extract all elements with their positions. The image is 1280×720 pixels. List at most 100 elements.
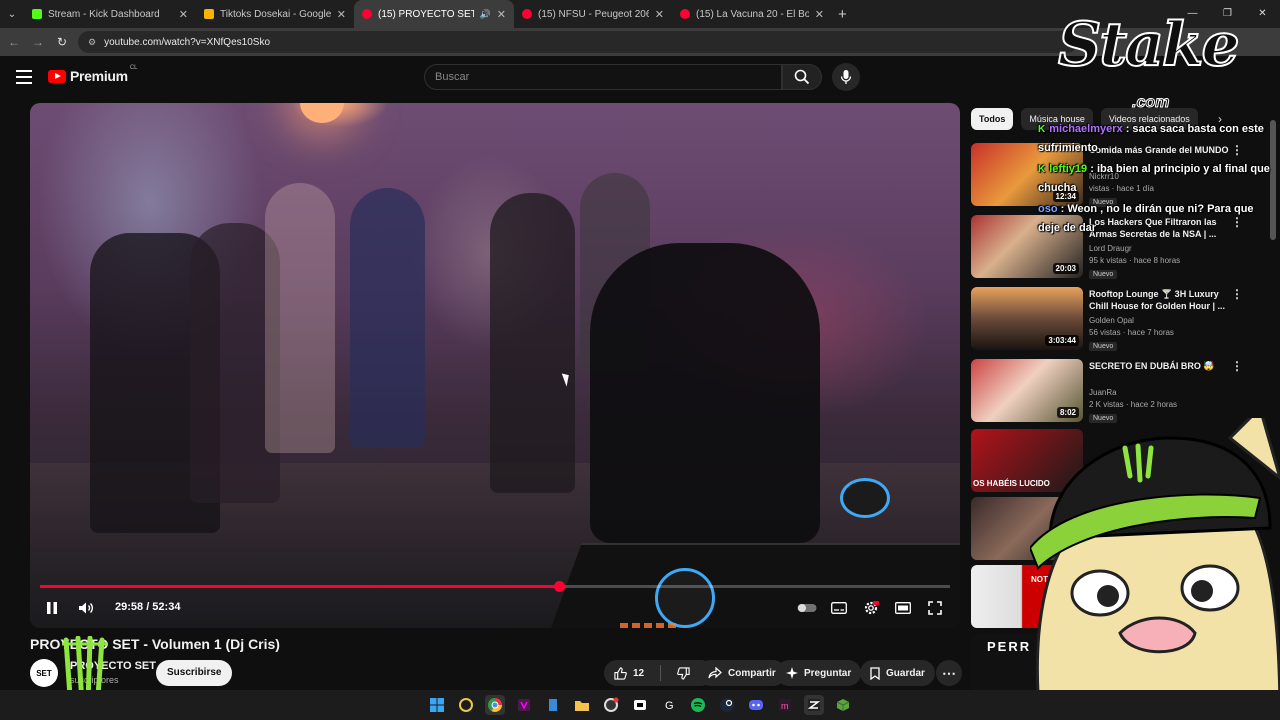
- volume-button[interactable]: [76, 593, 98, 623]
- chat-text: : Weon , no le dirán que ni? Para que de…: [1038, 203, 1254, 234]
- settings-button[interactable]: [860, 593, 882, 623]
- share-button[interactable]: Compartir: [698, 660, 786, 686]
- voice-search-button[interactable]: [832, 63, 860, 91]
- new-badge: Nuevo: [1089, 270, 1118, 279]
- stream-chat-overlay: Kmichaelmyerx : saca saca basta con este…: [1038, 120, 1273, 239]
- ceiling-lamp: [300, 103, 344, 123]
- save-label: Guardar: [886, 667, 925, 679]
- tab-close-icon[interactable]: ✕: [179, 8, 188, 21]
- logo-text: Premium: [70, 68, 128, 84]
- menu-icon[interactable]: [16, 70, 32, 84]
- chip-all[interactable]: Todos: [971, 108, 1014, 130]
- microphone-icon: [840, 70, 852, 84]
- share-label: Compartir: [728, 667, 776, 679]
- subtitles-button[interactable]: [828, 593, 850, 623]
- tab-close-icon[interactable]: ✕: [655, 8, 664, 21]
- tab-search-menu[interactable]: ⌄: [0, 0, 24, 28]
- epic-launcher-icon[interactable]: G: [659, 695, 679, 715]
- dislike-button[interactable]: [667, 660, 700, 686]
- like-divider: [660, 665, 662, 681]
- tab-title: Tiktoks Dosekai - Google Drive: [220, 8, 331, 20]
- video-person: [490, 193, 575, 493]
- progress-bar[interactable]: [40, 581, 950, 592]
- music-app-icon[interactable]: m: [775, 695, 795, 715]
- video-meta: 2 K vistas · hace 2 horas: [1089, 400, 1178, 409]
- new-tab-button[interactable]: +: [838, 6, 847, 23]
- chat-message: Kleftiy19 : iba bien al principio y al f…: [1038, 160, 1273, 198]
- chrome-icon[interactable]: [485, 695, 505, 715]
- chat-username: michaelmyerx: [1049, 123, 1123, 135]
- like-count: 12: [633, 667, 645, 679]
- save-button[interactable]: Guardar: [860, 660, 935, 686]
- circle-app-icon[interactable]: [456, 695, 476, 715]
- search-icon: [794, 69, 810, 85]
- tab-close-icon[interactable]: ✕: [497, 8, 506, 21]
- youtube-favicon-icon: [680, 9, 690, 19]
- youtube-logo[interactable]: Premium CL: [48, 65, 137, 84]
- recommendation-item[interactable]: 8:02 SECRETO EN DUBÁI BRO 🤯 JuanRa 2 K v…: [971, 359, 1261, 423]
- video-title[interactable]: SECRETO EN DUBÁI BRO 🤯: [1089, 360, 1229, 372]
- capcut-icon[interactable]: [630, 695, 650, 715]
- tab-audio-icon[interactable]: 🔊: [480, 9, 491, 20]
- tab-title: (15) La Vacuna 20 - El Bokke Of: [696, 8, 809, 20]
- ask-button[interactable]: Preguntar: [776, 660, 862, 686]
- channel-name[interactable]: Lord Draugr: [1089, 244, 1132, 253]
- obs-icon[interactable]: [601, 695, 621, 715]
- video-thumbnail[interactable]: 3:03:44: [971, 287, 1083, 350]
- subscribe-button[interactable]: Suscribirse: [156, 660, 233, 686]
- browser-tab-1[interactable]: Stream - Kick Dashboard ✕: [24, 0, 196, 28]
- browser-tab-2[interactable]: Tiktoks Dosekai - Google Drive ✕: [196, 0, 354, 28]
- autoplay-toggle[interactable]: [796, 593, 818, 623]
- document-app-icon[interactable]: [543, 695, 563, 715]
- close-window-icon[interactable]: ✕: [1245, 0, 1280, 28]
- theater-mode-button[interactable]: [892, 593, 914, 623]
- channel-avatar[interactable]: SET: [30, 659, 58, 687]
- like-button[interactable]: 12: [604, 660, 654, 686]
- folder-icon[interactable]: [572, 695, 592, 715]
- streaming-app-icon[interactable]: [804, 695, 824, 715]
- more-vertical-icon[interactable]: ⋮: [1231, 359, 1243, 373]
- forward-icon[interactable]: →: [26, 35, 50, 49]
- steam-icon[interactable]: [717, 695, 737, 715]
- browser-tab-5[interactable]: (15) La Vacuna 20 - El Bokke Of ✕: [672, 0, 832, 28]
- video-player[interactable]: 29:58 / 52:34: [30, 103, 960, 628]
- progress-scrubber[interactable]: [553, 581, 565, 592]
- back-icon[interactable]: ←: [2, 35, 26, 49]
- stake-logo: Stake: [1057, 9, 1241, 81]
- video-duration: 20:03: [1052, 263, 1079, 274]
- more-actions-button[interactable]: ⋯: [936, 660, 962, 686]
- pause-button[interactable]: [42, 593, 62, 623]
- minecraft-icon[interactable]: [833, 695, 853, 715]
- tab-close-icon[interactable]: ✕: [815, 8, 824, 21]
- windows-start-icon[interactable]: [427, 695, 447, 715]
- stake-logo-suffix: .com: [1131, 94, 1170, 112]
- tab-title: (15) NFSU - Peugeot 206 Tuning: [538, 8, 649, 20]
- more-vertical-icon[interactable]: ⋮: [1231, 287, 1243, 301]
- tab-title: (15) PROYECTO SET - Volum: [378, 8, 474, 20]
- thumbnail-text: PERR: [987, 639, 1032, 654]
- video-thumbnail[interactable]: 8:02: [971, 359, 1083, 422]
- recommendation-item[interactable]: 3:03:44 Rooftop Lounge 🍸 3H Luxury Chill…: [971, 287, 1261, 351]
- editor-app-icon[interactable]: [514, 695, 534, 715]
- search-button[interactable]: [782, 64, 822, 90]
- tab-close-icon[interactable]: ✕: [337, 8, 346, 21]
- spotify-icon[interactable]: [688, 695, 708, 715]
- fullscreen-button[interactable]: [924, 593, 946, 623]
- video-meta: 56 vistas · hace 7 horas: [1089, 328, 1174, 337]
- search-input[interactable]: Buscar: [424, 64, 782, 90]
- site-info-icon[interactable]: ⚙: [88, 37, 96, 48]
- fullscreen-icon: [928, 601, 942, 615]
- discord-icon[interactable]: [746, 695, 766, 715]
- chat-username: oso: [1038, 203, 1058, 215]
- sparkle-icon: [786, 667, 798, 679]
- channel-name[interactable]: JuanRa: [1089, 388, 1117, 397]
- chat-message: oso : Weon , no le dirán que ni? Para qu…: [1038, 200, 1273, 238]
- channel-name[interactable]: Golden Opal: [1089, 316, 1134, 325]
- browser-tab-3[interactable]: (15) PROYECTO SET - Volum 🔊 ✕: [354, 0, 514, 28]
- video-title[interactable]: Rooftop Lounge 🍸 3H Luxury Chill House f…: [1089, 288, 1229, 312]
- bookmark-icon: [870, 666, 880, 680]
- streamer-cat-mascot: [1030, 418, 1280, 720]
- address-bar[interactable]: ⚙ youtube.com/watch?v=XNfQes10Sko: [78, 31, 1078, 53]
- reload-icon[interactable]: ↻: [50, 35, 74, 49]
- browser-tab-4[interactable]: (15) NFSU - Peugeot 206 Tuning ✕: [514, 0, 672, 28]
